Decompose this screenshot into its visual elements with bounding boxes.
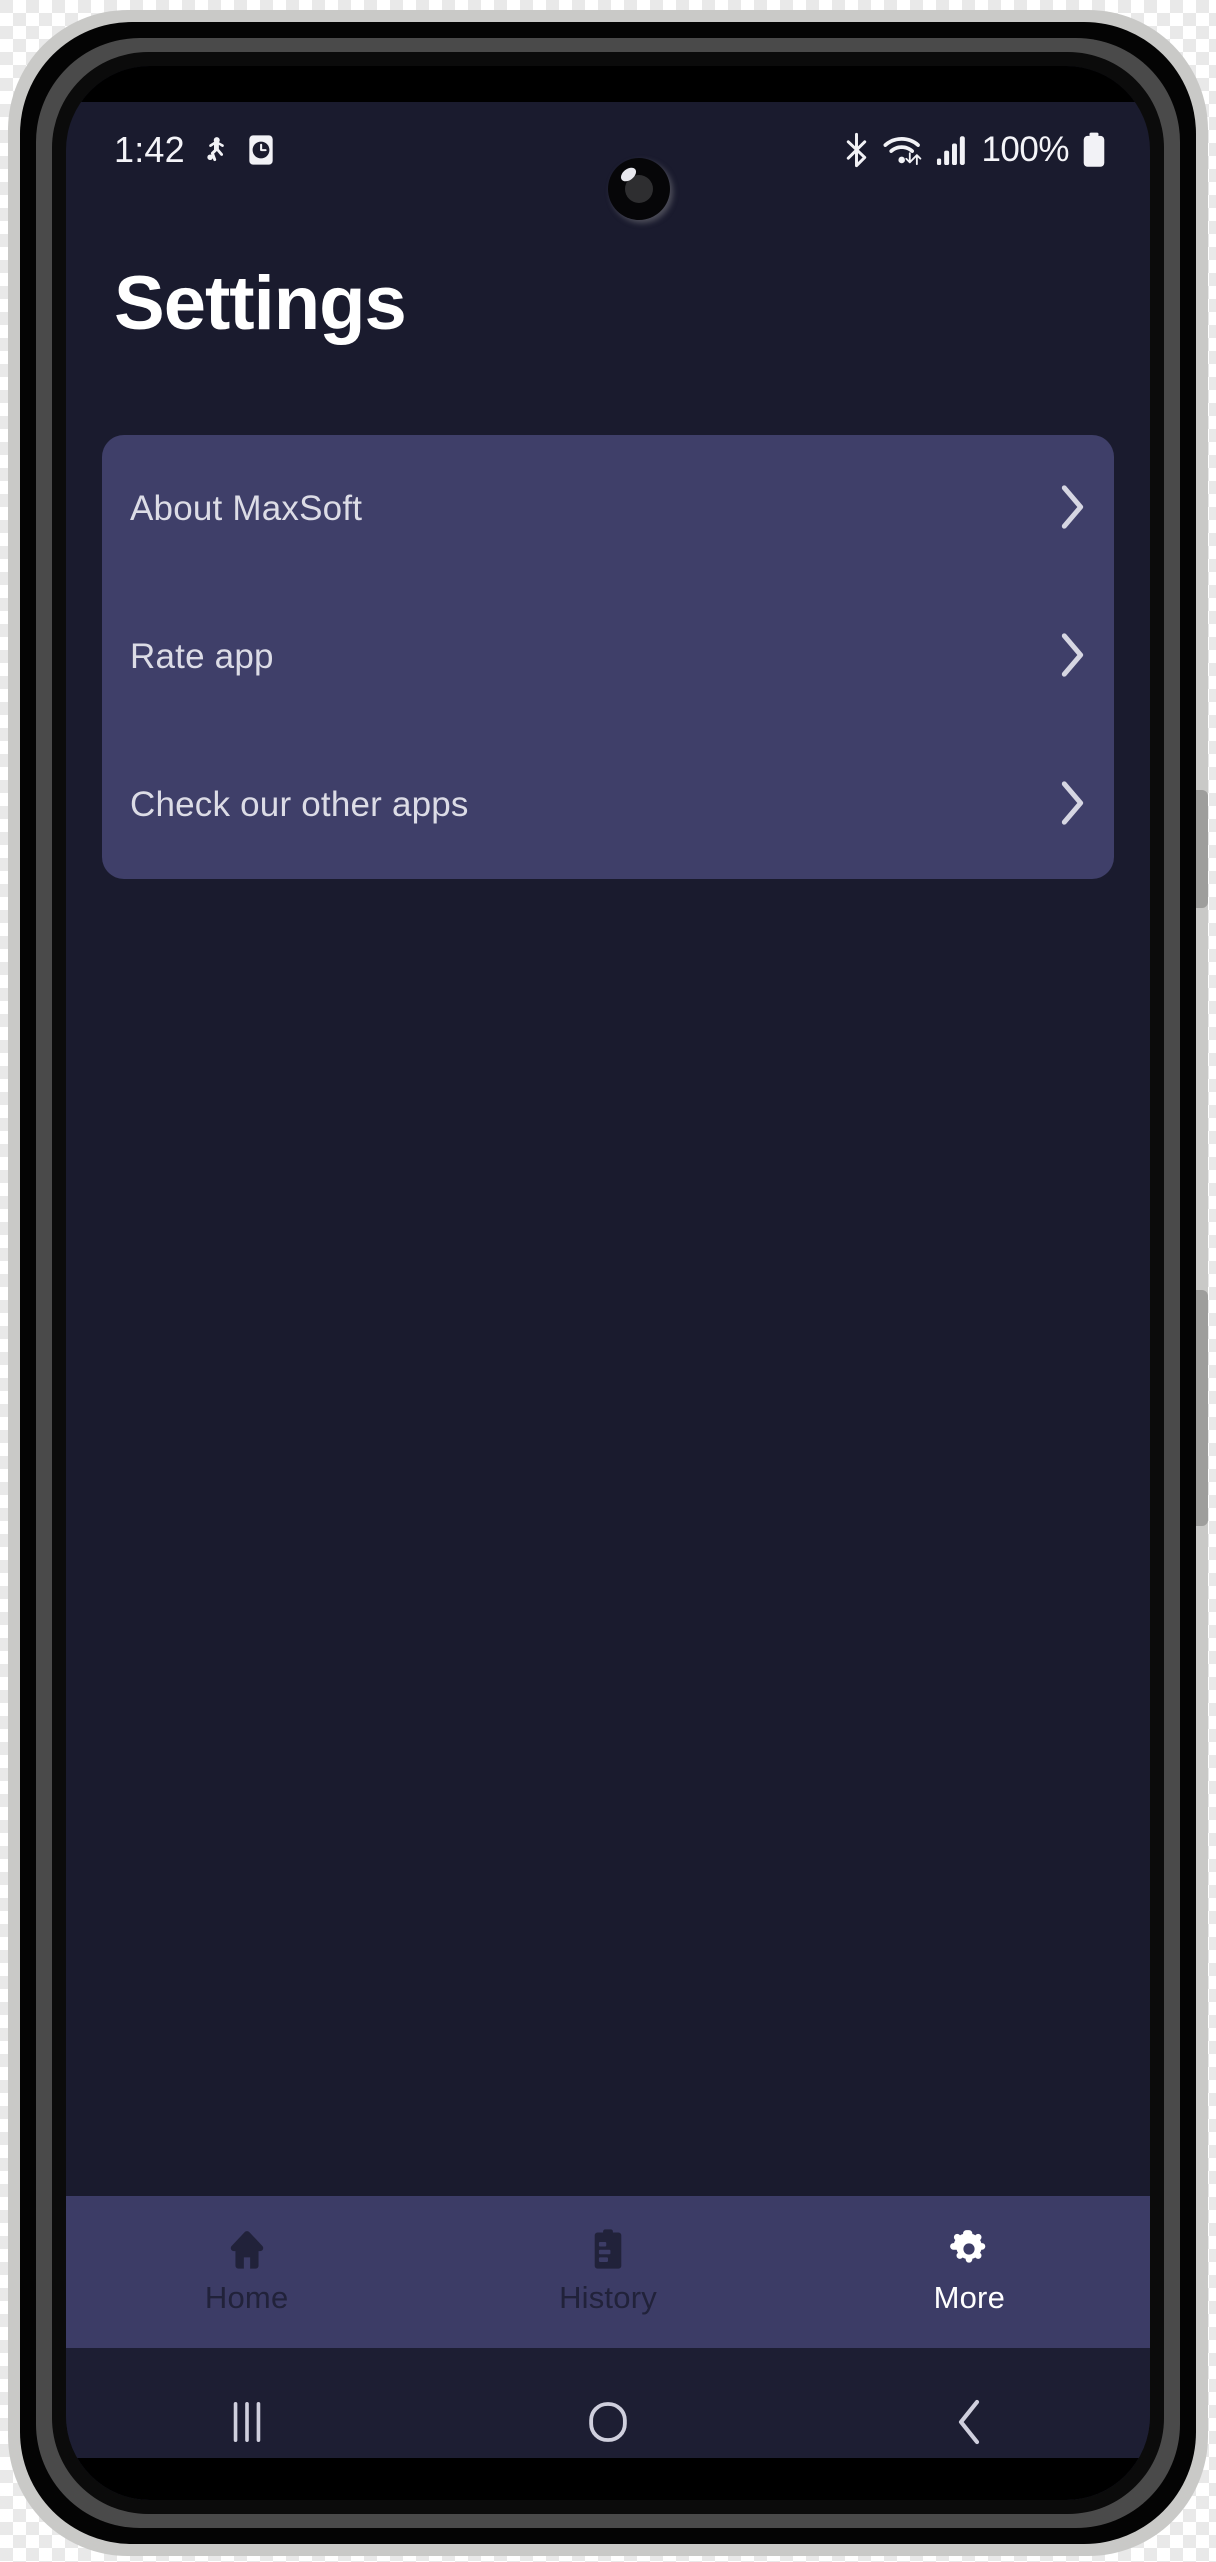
battery-full-icon — [1082, 132, 1106, 168]
page-title: Settings — [114, 261, 407, 346]
chevron-right-icon — [1058, 780, 1086, 831]
recents-icon — [226, 2399, 268, 2450]
tab-history[interactable]: History — [427, 2196, 788, 2348]
recents-button[interactable] — [66, 2399, 427, 2450]
tab-home[interactable]: Home — [66, 2196, 427, 2348]
phone-screen: 1:42 100% Settings About MaxSoft Rate ap… — [66, 66, 1150, 2500]
volume-button[interactable] — [1196, 790, 1208, 908]
battery-percent-label: 100% — [981, 130, 1069, 169]
accessibility-icon — [201, 133, 231, 167]
screen-top-inset — [66, 66, 1150, 102]
status-bar-left: 1:42 — [114, 129, 275, 171]
chevron-right-icon — [1058, 632, 1086, 683]
sidebar-item-rate-app[interactable]: Rate app — [130, 583, 1086, 731]
setting-row-label: About MaxSoft — [130, 489, 363, 528]
back-button[interactable] — [789, 2398, 1150, 2451]
home-icon — [226, 2228, 268, 2270]
chevron-right-icon — [1058, 484, 1086, 535]
status-bar: 1:42 100% — [66, 102, 1150, 198]
home-circle-icon — [585, 2399, 631, 2450]
tab-more[interactable]: More — [789, 2196, 1150, 2348]
gear-icon — [948, 2228, 990, 2270]
bluetooth-icon — [843, 132, 870, 168]
bottom-tab-bar: Home History More — [66, 2196, 1150, 2348]
tab-label: Home — [204, 2280, 289, 2315]
tab-label: More — [933, 2280, 1006, 2315]
settings-card: About MaxSoft Rate app Check our other a… — [102, 435, 1114, 879]
cellular-signal-icon — [936, 133, 968, 167]
clipboard-icon — [587, 2228, 629, 2270]
back-chevron-icon — [950, 2398, 988, 2451]
screenshot-stage: 1:42 100% Settings About MaxSoft Rate ap… — [0, 0, 1216, 2562]
power-button[interactable] — [1196, 1290, 1208, 1526]
tab-label: History — [559, 2280, 657, 2315]
screen-bottom-inset — [66, 2458, 1150, 2500]
sidebar-item-check-other-apps[interactable]: Check our other apps — [130, 731, 1086, 879]
status-time: 1:42 — [114, 129, 185, 170]
main-content: About MaxSoft Rate app Check our other a… — [66, 347, 1150, 2196]
setting-row-label: Rate app — [130, 637, 274, 676]
alarm-clock-icon — [247, 133, 275, 167]
home-button[interactable] — [427, 2399, 788, 2450]
wifi-icon — [883, 133, 923, 167]
status-bar-right: 100% — [843, 130, 1106, 170]
sidebar-item-about-maxsoft[interactable]: About MaxSoft — [130, 435, 1086, 583]
setting-row-label: Check our other apps — [130, 785, 469, 824]
